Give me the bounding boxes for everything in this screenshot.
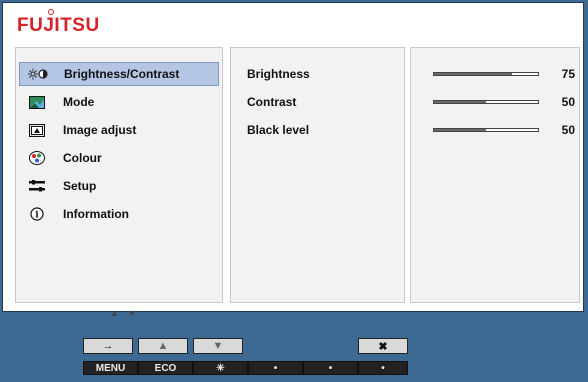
contrast-slider-fill — [434, 101, 486, 103]
black-level-value: 50 — [561, 123, 575, 137]
contrast-value: 50 — [561, 95, 575, 109]
enter-button[interactable]: → — [83, 338, 133, 354]
logo-ring-icon — [48, 9, 54, 15]
param-label-brightness: Brightness — [247, 67, 310, 81]
key-dot-3: • — [358, 361, 408, 375]
menu-panel: Brightness/Contrast Mode Image adjust Co… — [15, 47, 223, 318]
svg-text:i: i — [35, 211, 39, 221]
down-button[interactable]: ▼ — [193, 338, 243, 354]
mode-icon — [26, 95, 48, 109]
key-dot-1: • — [248, 361, 303, 375]
menu-item-label: Brightness/Contrast — [64, 67, 180, 81]
contrast-slider[interactable] — [433, 100, 539, 104]
menu-item-image-adjust[interactable]: Image adjust — [19, 118, 219, 142]
brightness-slider-fill — [434, 73, 512, 75]
menu-item-brightness-contrast[interactable]: Brightness/Contrast — [19, 62, 219, 86]
menu-item-label: Colour — [63, 151, 102, 165]
close-button[interactable]: ✖ — [358, 338, 408, 354]
colour-icon — [26, 151, 48, 165]
information-icon: i — [26, 207, 48, 221]
menu-item-setup[interactable]: Setup — [19, 174, 219, 198]
brightness-contrast-icon — [27, 68, 49, 80]
menu-item-label: Mode — [63, 95, 95, 109]
menu-item-colour[interactable]: Colour — [19, 146, 219, 170]
key-dot-2: • — [303, 361, 358, 375]
setup-icon — [26, 180, 48, 192]
black-level-slider[interactable] — [433, 128, 539, 132]
values-panel: 75 50 50 — [410, 47, 580, 303]
up-button[interactable]: ▲ — [138, 338, 188, 354]
menu-key-label: MENU — [83, 361, 138, 375]
brightness-value: 75 — [561, 67, 575, 81]
osd-window: FUJITSU Brightness/Contrast Mode Image a… — [2, 2, 584, 318]
param-label-black-level: Black level — [247, 123, 310, 137]
menu-item-label: Information — [63, 207, 129, 221]
brightness-key-label: ✳ — [193, 361, 248, 375]
scroll-arrows-icon[interactable]: ▲ ▼ — [110, 308, 139, 318]
black-level-slider-fill — [434, 129, 486, 131]
eco-key-label: ECO — [138, 361, 193, 375]
menu-item-mode[interactable]: Mode — [19, 90, 219, 114]
param-label-contrast: Contrast — [247, 95, 297, 109]
parameters-panel: Brightness Contrast Black level — [230, 47, 405, 303]
fujitsu-logo: FUJITSU — [17, 9, 100, 37]
menu-item-information[interactable]: i Information — [19, 202, 219, 226]
menu-item-label: Image adjust — [63, 123, 137, 137]
image-adjust-icon — [26, 123, 48, 137]
brightness-slider[interactable] — [433, 72, 539, 76]
menu-item-label: Setup — [63, 179, 97, 193]
